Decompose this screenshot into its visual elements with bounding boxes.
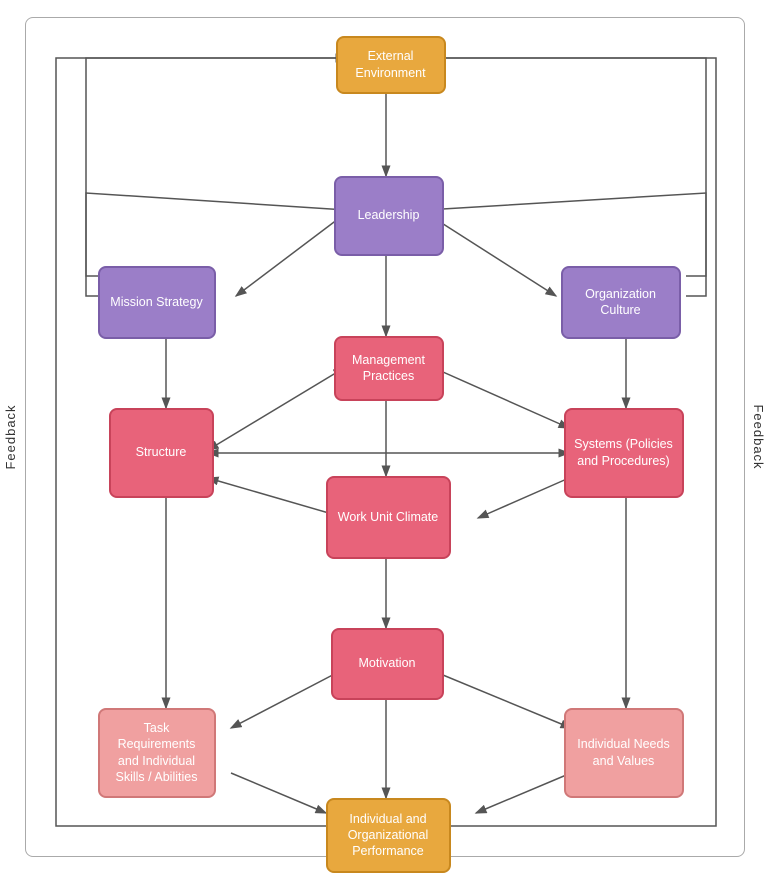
node-structure: Structure [109,408,214,498]
feedback-left-label: Feedback [3,404,18,469]
diagram-outer: ExternalEnvironment Leadership Mission S… [25,17,745,857]
node-work-unit-climate: Work Unit Climate [326,476,451,559]
node-systems: Systems (Policiesand Procedures) [564,408,684,498]
node-management-practices: ManagementPractices [334,336,444,401]
node-individual-needs: Individual Needsand Values [564,708,684,798]
node-leadership: Leadership [334,176,444,256]
node-mission-strategy: Mission Strategy [98,266,216,339]
node-motivation: Motivation [331,628,444,700]
node-task-requirements: Task Requirementsand IndividualSkills / … [98,708,216,798]
feedback-right-label: Feedback [751,404,766,469]
node-organization-culture: OrganizationCulture [561,266,681,339]
diagram-container: Feedback Feedback [0,0,769,873]
node-individual-org-performance: Individual andOrganizationalPerformance [326,798,451,873]
node-external-environment: ExternalEnvironment [336,36,446,94]
